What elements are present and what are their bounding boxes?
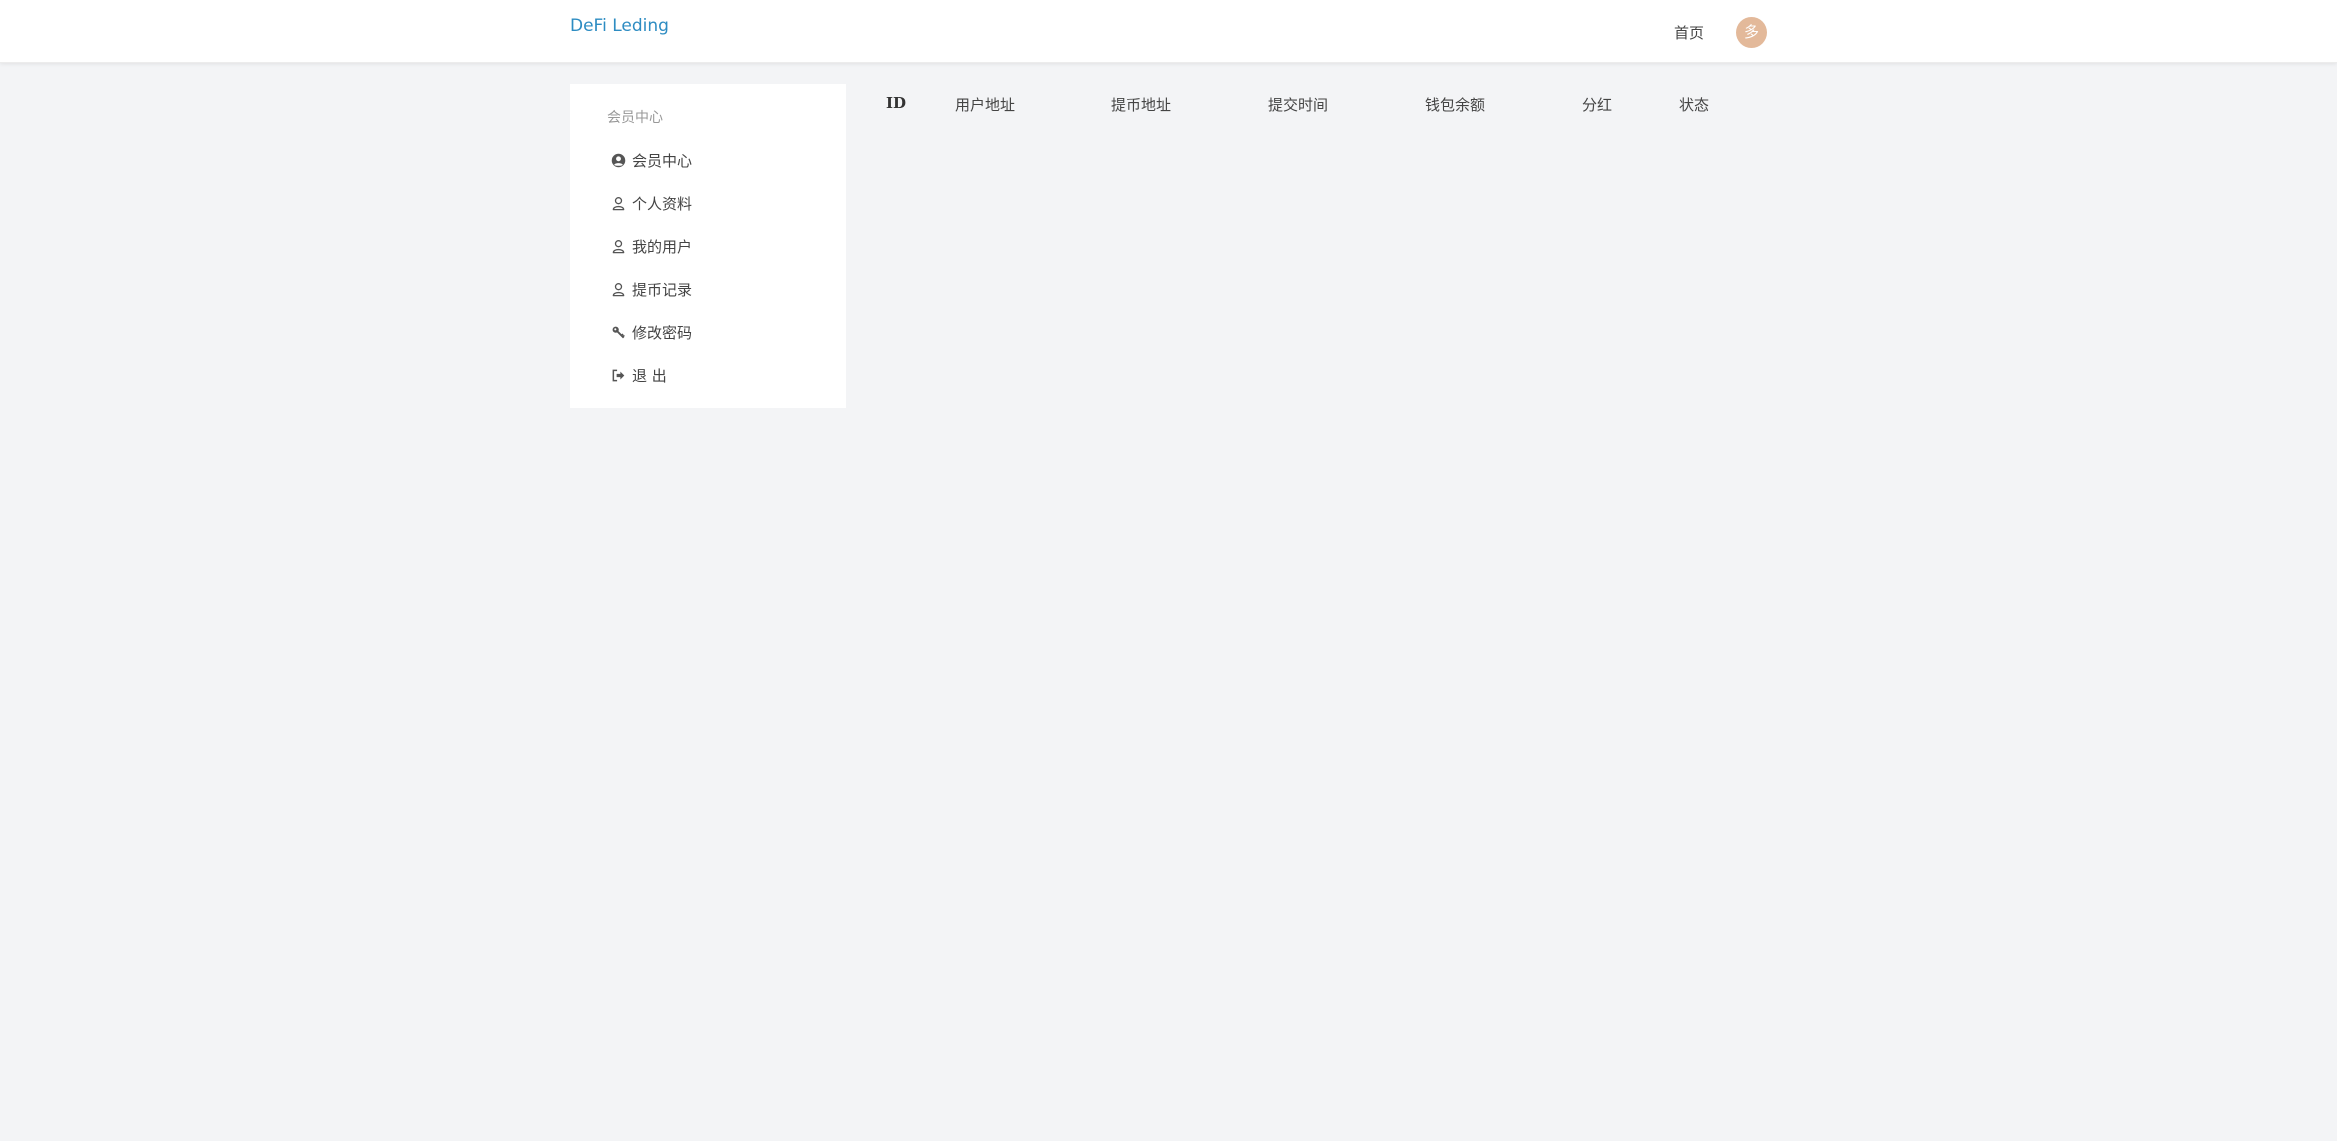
sidebar-item-my-users[interactable]: 我的用户 xyxy=(610,235,692,257)
sidebar-item-label: 提币记录 xyxy=(632,280,693,299)
brand-logo-link[interactable]: DeFi Leding xyxy=(570,16,669,36)
user-icon xyxy=(610,238,626,254)
sidebar-item-withdraw-records[interactable]: 提币记录 xyxy=(610,278,692,300)
withdraw-records-table: ID 用户地址 提币地址 提交时间 钱包余额 分红 状态 xyxy=(870,84,1770,144)
sidebar-item-logout[interactable]: 退 出 xyxy=(610,364,667,386)
user-icon xyxy=(610,195,626,211)
key-icon xyxy=(610,324,626,340)
sidebar-item-change-password[interactable]: 修改密码 xyxy=(610,321,692,343)
sidebar-item-label: 会员中心 xyxy=(632,151,693,170)
column-header-wallet-balance: 钱包余额 xyxy=(1425,96,1486,114)
sidebar-item-label: 个人资料 xyxy=(632,194,693,213)
nav-home-link[interactable]: 首页 xyxy=(1674,22,1704,43)
sidebar-item-member-center[interactable]: 会员中心 xyxy=(610,149,692,171)
sidebar-heading: 会员中心 xyxy=(607,110,663,126)
column-header-user-address: 用户地址 xyxy=(955,96,1016,114)
sidebar-item-label: 修改密码 xyxy=(632,323,693,342)
top-navbar: DeFi Leding 首页 多 xyxy=(0,0,2337,63)
column-header-id: ID xyxy=(886,94,907,112)
column-header-submit-time: 提交时间 xyxy=(1268,96,1329,114)
sidebar-item-label: 我的用户 xyxy=(632,237,693,256)
user-circle-icon xyxy=(610,152,626,168)
sidebar-item-profile[interactable]: 个人资料 xyxy=(610,192,692,214)
column-header-dividend: 分红 xyxy=(1582,96,1613,114)
sidebar: 会员中心 会员中心 个人资料 我的用户 提币记录 修改密码 退 出 xyxy=(570,84,846,408)
column-header-status: 状态 xyxy=(1679,96,1710,114)
sign-out-icon xyxy=(610,367,626,383)
column-header-withdraw-address: 提币地址 xyxy=(1111,96,1172,114)
sidebar-item-label: 退 出 xyxy=(632,366,667,385)
user-icon xyxy=(610,281,626,297)
avatar[interactable]: 多 xyxy=(1736,17,1767,48)
